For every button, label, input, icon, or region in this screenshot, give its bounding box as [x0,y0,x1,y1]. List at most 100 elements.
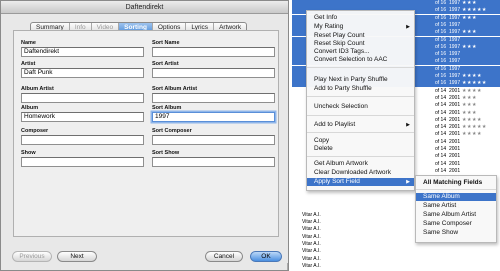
menu-get-album-artwork[interactable]: Get Album Artwork [307,160,414,168]
table-row[interactable]: Vitar A.I. [292,263,500,270]
track-year: 2001 [449,87,461,94]
submenu-arrow-icon: ▶ [406,179,410,185]
show-field[interactable] [21,157,144,167]
track-title: Vitar A.I. [302,219,321,225]
track-year: 1997 [449,43,461,50]
track-rating: ★★★ [462,102,477,109]
track-rating: ★★★★★ [462,124,487,131]
track-number: of 14 [435,116,447,123]
menu-my-rating-label: My Rating [314,23,344,30]
track-rating: ★★★★ [462,131,482,138]
track-year: 2001 [449,102,461,109]
album-artist-field[interactable] [21,93,144,103]
track-year: 1997 [449,36,461,43]
context-menu: Get Info My Rating ▶ Reset Play Count Res… [306,10,415,191]
track-rating: ★★★★★ [462,7,487,14]
menu-separator [307,115,414,116]
menu-copy[interactable]: Copy [307,137,414,145]
artist-label: Artist [21,61,36,67]
track-year: 1997 [449,21,461,28]
menu-clear-downloaded-artwork[interactable]: Clear Downloaded Artwork [307,169,414,177]
track-year: 1997 [449,80,461,87]
track-number: of 16 [435,0,447,6]
track-number: of 16 [435,43,447,50]
track-rating: ★★★ [462,109,477,116]
submenu-arrow-icon: ▶ [406,24,410,30]
track-number: of 16 [435,29,447,36]
submenu-same-album[interactable]: Same Album [416,193,496,201]
sort-artist-label: Sort Artist [152,61,179,67]
track-year: 2001 [449,124,461,131]
menu-apply-sort-field[interactable]: Apply Sort Field ▶ [307,178,414,186]
menu-my-rating[interactable]: My Rating ▶ [307,23,414,31]
menu-play-next-party-shuffle[interactable]: Play Next in Party Shuffle [307,76,414,84]
sort-album-label: Sort Album [152,105,182,111]
sort-composer-field[interactable] [152,135,275,145]
cancel-button[interactable]: Cancel [205,251,243,262]
track-year: 1997 [449,58,461,65]
menu-separator [416,189,496,190]
table-row[interactable]: Vitar A.I. [292,248,500,255]
menu-add-party-shuffle[interactable]: Add to Party Shuffle [307,85,414,93]
track-year: 2001 [449,116,461,123]
next-button[interactable]: Next [57,251,97,262]
menu-separator [307,96,414,97]
track-rating: ★★★★ [462,116,482,123]
name-field[interactable]: Daftendirekt [21,47,144,57]
album-artist-label: Album Artist [21,86,54,92]
sort-album-field[interactable]: 1997 [152,112,275,122]
menu-reset-skip-count[interactable]: Reset Skip Count [307,40,414,48]
composer-field[interactable] [21,135,144,145]
track-rating: ★★★★ [462,73,482,79]
track-rating: ★★★ [462,0,477,6]
track-number: of 14 [435,138,447,145]
track-year: 1997 [449,7,461,14]
submenu-same-artist[interactable]: Same Artist [416,202,496,210]
menu-convert-aac[interactable]: Convert Selection to AAC [307,56,414,64]
track-title: Vitar A.I. [302,233,321,240]
track-number: of 16 [435,80,447,87]
submenu-arrow-icon: ▶ [406,122,410,128]
ok-button[interactable]: OK [250,251,282,262]
show-label: Show [21,150,36,156]
submenu-same-album-artist[interactable]: Same Album Artist [416,211,496,219]
menu-convert-id3[interactable]: Convert ID3 Tags... [307,48,414,56]
menu-uncheck-selection[interactable]: Uncheck Selection [307,103,414,111]
resize-grip-icon[interactable] [281,263,288,270]
track-title: Vitar A.I. [302,255,321,262]
menu-reset-play-count[interactable]: Reset Play Count [307,32,414,40]
menu-add-to-playlist[interactable]: Add to Playlist ▶ [307,121,414,129]
sorting-panel: Name Daftendirekt Sort Name Artist Daft … [13,30,279,237]
submenu-same-composer[interactable]: Same Composer [416,220,496,228]
track-year: 2001 [449,160,461,167]
sort-show-label: Sort Show [152,150,180,156]
submenu-same-show[interactable]: Same Show [416,229,496,237]
track-rating: ★★★★ [462,87,482,94]
sort-name-field[interactable] [152,47,275,57]
sort-show-field[interactable] [152,157,275,167]
track-number: of 14 [435,153,447,160]
menu-get-info[interactable]: Get Info [307,14,414,22]
track-rating: ★★★★★ [462,80,487,87]
submenu-all-matching-fields[interactable]: All Matching Fields [416,179,496,187]
sort-artist-field[interactable] [152,68,275,78]
track-number: of 16 [435,21,447,28]
track-number: of 14 [435,131,447,138]
menu-separator [307,156,414,157]
menu-add-to-playlist-label: Add to Playlist [314,121,356,128]
track-year: 1997 [449,14,461,21]
track-year: 1997 [449,65,461,72]
track-title: Vitar A.I. [302,226,321,233]
album-field[interactable]: Homework [21,112,144,122]
track-year: 2001 [449,131,461,138]
sort-album-artist-field[interactable] [152,93,275,103]
track-number: of 16 [435,73,447,79]
table-row[interactable]: of 16 1997 ★★★ [292,0,500,7]
previous-button[interactable]: Previous [12,251,52,262]
table-row[interactable]: Vitar A.I. [292,256,500,263]
track-number: of 14 [435,124,447,131]
menu-separator [307,67,414,68]
menu-delete[interactable]: Delete [307,145,414,153]
apply-sort-field-submenu: All Matching Fields Same Album Same Arti… [415,175,497,243]
artist-field[interactable]: Daft Punk [21,68,144,78]
